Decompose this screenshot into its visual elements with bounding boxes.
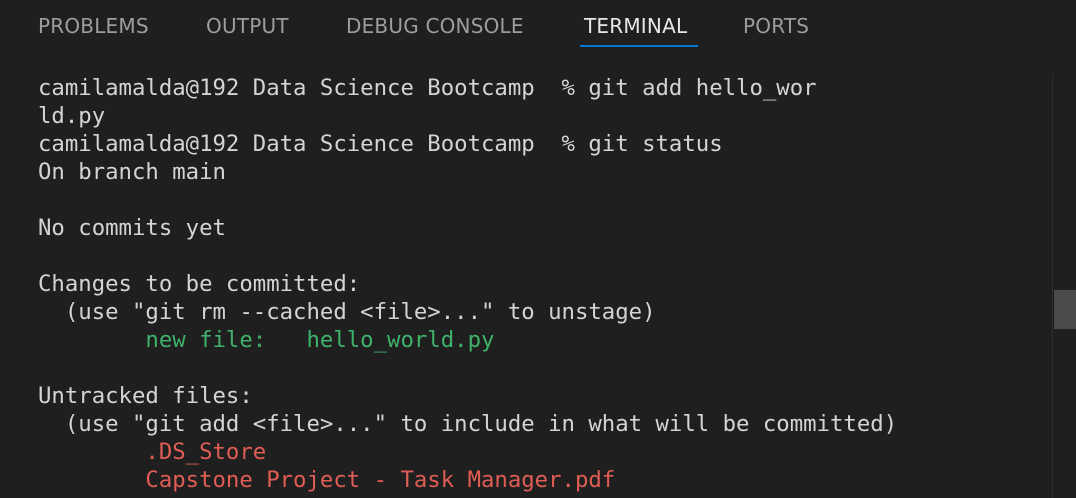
tab-debug-console[interactable]: DEBUG CONSOLE	[346, 12, 524, 42]
terminal-line: On branch main	[38, 159, 226, 185]
terminal-output[interactable]: camilamalda@192 Data Science Bootcamp % …	[0, 56, 1052, 498]
tab-problems[interactable]: PROBLEMS	[38, 12, 149, 42]
scrollbar-thumb[interactable]	[1054, 290, 1076, 329]
terminal-line: (use "git rm --cached <file>..." to unst…	[38, 299, 656, 325]
terminal-line: camilamalda@192 Data Science Bootcamp % …	[38, 131, 723, 157]
terminal-line-untracked-file: Capstone Project - Task Manager.pdf	[38, 467, 616, 493]
tab-ports[interactable]: PORTS	[743, 12, 809, 42]
terminal-line-staged-file: new file: hello_world.py	[38, 327, 495, 353]
tab-terminal[interactable]: TERMINAL	[584, 12, 687, 42]
terminal-line: (use "git add <file>..." to include in w…	[38, 411, 898, 437]
terminal-line: Changes to be committed:	[38, 271, 361, 297]
terminal-line-untracked-file: .DS_Store	[38, 439, 267, 465]
terminal-line: Untracked files:	[38, 383, 253, 409]
terminal-line: camilamalda@192 Data Science Bootcamp % …	[38, 75, 817, 101]
terminal-scrollbar[interactable]	[1052, 74, 1076, 498]
active-tab-indicator	[580, 45, 698, 47]
terminal-line: ld.py	[38, 103, 106, 129]
terminal-line: No commits yet	[38, 215, 226, 241]
tab-output[interactable]: OUTPUT	[206, 12, 289, 42]
panel-tab-bar: PROBLEMS OUTPUT DEBUG CONSOLE TERMINAL P…	[0, 0, 1076, 56]
